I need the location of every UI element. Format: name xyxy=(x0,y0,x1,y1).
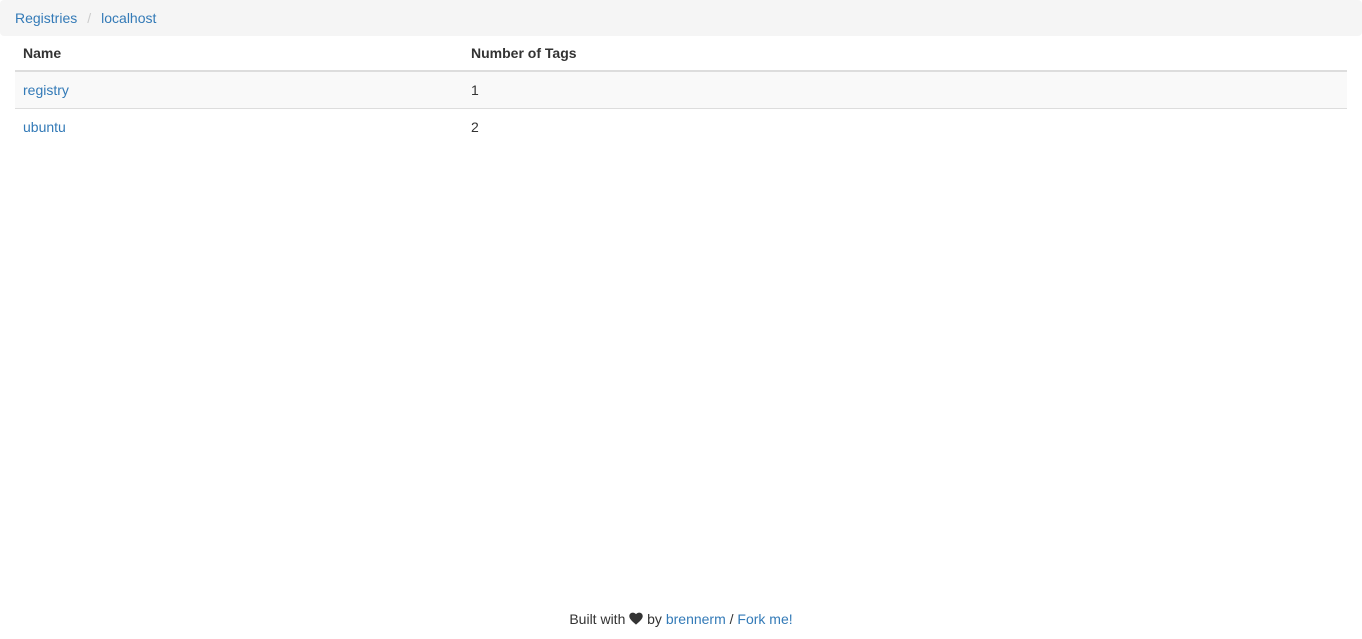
table-row: ubuntu 2 xyxy=(15,107,1347,145)
fork-me-link[interactable]: Fork me! xyxy=(737,611,792,627)
repo-link-registry[interactable]: registry xyxy=(23,82,69,98)
tag-count-cell: 1 xyxy=(471,81,479,98)
footer: Built with by brennerm / Fork me! xyxy=(0,608,1362,630)
breadcrumb-separator: / xyxy=(87,10,92,26)
repositories-table-container: Name Number of Tags registry 1 ubuntu 2 xyxy=(15,36,1347,145)
tag-count-cell: 2 xyxy=(463,107,1347,145)
footer-built-with-text: Built with xyxy=(569,611,626,627)
breadcrumb-registries-link[interactable]: Registries xyxy=(15,10,77,26)
repo-name-cell: ubuntu xyxy=(15,107,463,145)
repo-link-ubuntu[interactable]: ubuntu xyxy=(23,119,66,135)
column-header-number-of-tags: Number of Tags xyxy=(463,36,1347,72)
table-header-row: Name Number of Tags xyxy=(15,36,1347,72)
footer-divider: / xyxy=(729,611,734,627)
breadcrumb-localhost-link[interactable]: localhost xyxy=(101,10,156,26)
heart-icon xyxy=(629,612,643,625)
repo-name-cell: registry xyxy=(15,71,463,108)
table-row: registry 1 xyxy=(15,71,1347,108)
author-link[interactable]: brennerm xyxy=(666,611,726,627)
breadcrumb: Registries / localhost xyxy=(0,0,1362,36)
footer-by-text: by xyxy=(647,611,662,627)
repositories-table: Name Number of Tags registry 1 ubuntu 2 xyxy=(15,36,1347,145)
column-header-name: Name xyxy=(15,36,463,72)
